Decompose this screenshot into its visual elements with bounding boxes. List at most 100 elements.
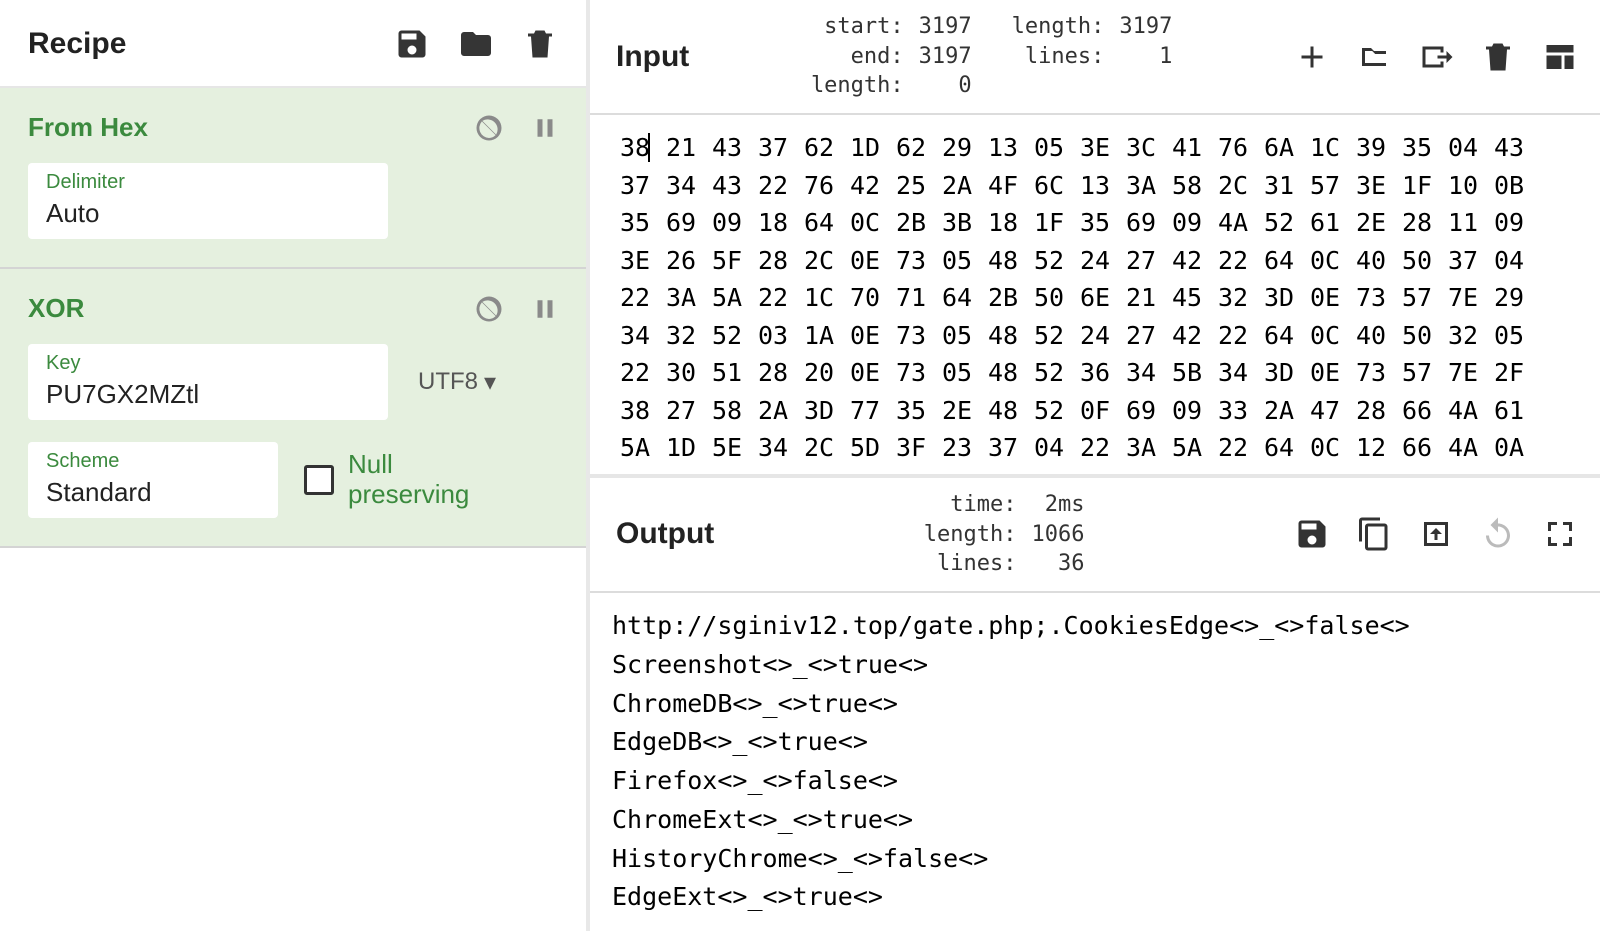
output-textarea[interactable]: http://sginiv12.top/gate.php;.CookiesEdg…	[590, 593, 1600, 931]
output-title: Output	[616, 517, 714, 551]
null-preserving-checkbox[interactable]	[304, 465, 334, 495]
pause-op-button[interactable]	[530, 113, 560, 143]
hex-byte: 26	[658, 242, 704, 280]
maximize-output-button[interactable]	[1542, 516, 1578, 552]
load-recipe-button[interactable]	[458, 26, 494, 62]
hex-byte: 28	[750, 242, 796, 280]
stat-label: start:	[822, 12, 912, 42]
key-encoding-dropdown[interactable]: UTF8 ▾	[418, 368, 496, 397]
hex-byte: 0C	[1302, 242, 1348, 280]
hex-byte: 2A	[750, 392, 796, 430]
add-input-tab-button[interactable]	[1294, 39, 1330, 75]
copy-output-button[interactable]	[1356, 516, 1392, 552]
output-actions	[1294, 516, 1578, 552]
hex-byte: 35	[1394, 129, 1440, 167]
hex-byte: 64	[796, 204, 842, 242]
hex-byte: 2B	[888, 204, 934, 242]
disable-op-button[interactable]	[474, 294, 504, 324]
hex-byte: 34	[750, 429, 796, 467]
hex-byte: 33	[1210, 392, 1256, 430]
hex-byte: 22	[612, 354, 658, 392]
hex-byte: 72	[1164, 467, 1210, 474]
hex-row: 343252031A0E7305485224274222640C40503205	[612, 317, 1578, 355]
save-output-button[interactable]	[1294, 516, 1330, 552]
hex-byte: 21	[1118, 279, 1164, 317]
hex-byte: 52	[1026, 392, 1072, 430]
hex-byte: 40	[888, 467, 934, 474]
null-preserving-checkbox-row[interactable]: Null preserving	[304, 450, 469, 510]
field-label: Scheme	[46, 450, 260, 473]
save-recipe-button[interactable]	[394, 26, 430, 62]
hex-byte: 50	[1026, 279, 1072, 317]
hex-byte: 42	[842, 167, 888, 205]
hex-byte: 66	[1394, 392, 1440, 430]
hex-byte: 2E	[934, 392, 980, 430]
hex-byte: 27	[658, 392, 704, 430]
hex-byte: 0E	[842, 242, 888, 280]
open-folder-button[interactable]	[1356, 39, 1392, 75]
hex-byte: 05	[1026, 129, 1072, 167]
clear-recipe-button[interactable]	[522, 26, 558, 62]
operation-xor[interactable]: XOR Key PU7GX2MZtl UTF8 ▾	[0, 269, 586, 548]
hex-byte: 11	[1440, 204, 1486, 242]
hex-byte: 29	[1486, 279, 1532, 317]
hex-row: 3E265F282C0E7305485224274222640C40503704	[612, 242, 1578, 280]
hex-byte: 69	[658, 204, 704, 242]
hex-byte: 5A	[704, 279, 750, 317]
hex-byte: 39	[1348, 129, 1394, 167]
hex-byte: 2C	[1256, 467, 1302, 474]
hex-byte: 47	[1302, 392, 1348, 430]
hex-byte: 35	[1072, 204, 1118, 242]
operation-from-hex[interactable]: From Hex Delimiter Auto	[0, 88, 586, 269]
hex-row: 3827582A3D77352E48520F6909332A4728664A61	[612, 392, 1578, 430]
hex-byte: 0F	[1072, 392, 1118, 430]
hex-byte: 52	[1026, 242, 1072, 280]
hex-byte: 0A	[1486, 429, 1532, 467]
input-textarea[interactable]: 38214337621D622913053E3C41766A1C39350443…	[590, 115, 1600, 474]
clear-input-button[interactable]	[1480, 39, 1516, 75]
hex-byte: 09	[1164, 392, 1210, 430]
hex-byte: 0E	[1302, 467, 1348, 474]
hex-byte: 0E	[1302, 279, 1348, 317]
hex-row: 5A1D5E342C5D3F233704223A5A22640C12664A0A	[612, 429, 1578, 467]
hex-byte: 3A	[1118, 429, 1164, 467]
hex-byte: 51	[704, 354, 750, 392]
key-field[interactable]: Key PU7GX2MZtl	[28, 344, 388, 420]
op-title: XOR	[28, 293, 84, 324]
hex-byte: 22	[1072, 429, 1118, 467]
hex-row: 373443227642252A4F6C133A582C31573E1F100B	[612, 167, 1578, 205]
hex-byte: 73	[1348, 354, 1394, 392]
hex-byte: 64	[1256, 242, 1302, 280]
hex-byte: 52	[1026, 354, 1072, 392]
reset-layout-button[interactable]	[1542, 39, 1578, 75]
hex-byte: 03	[750, 317, 796, 355]
delimiter-field[interactable]: Delimiter Auto	[28, 163, 388, 239]
input-header: Input start:3197 end:3197 length:0 lengt…	[590, 0, 1600, 115]
hex-byte: 36	[1072, 354, 1118, 392]
hex-byte: 1C	[796, 279, 842, 317]
stat-label: length:	[1012, 12, 1113, 42]
hex-byte: 34	[1118, 354, 1164, 392]
undo-button[interactable]	[1480, 516, 1516, 552]
stat-label: length:	[811, 71, 912, 101]
hex-byte: 30	[658, 354, 704, 392]
pause-op-button[interactable]	[530, 294, 560, 324]
disable-op-button[interactable]	[474, 113, 504, 143]
hex-byte: 50	[1394, 317, 1440, 355]
field-value: Auto	[46, 198, 370, 229]
hex-byte: 64	[1256, 429, 1302, 467]
hex-byte: 0C	[1302, 317, 1348, 355]
hex-byte: 2C	[1210, 167, 1256, 205]
open-file-button[interactable]	[1418, 39, 1454, 75]
hex-byte: 5E	[704, 429, 750, 467]
replace-input-button[interactable]	[1418, 516, 1454, 552]
hex-byte: 32	[1210, 279, 1256, 317]
hex-byte: 2C	[796, 242, 842, 280]
hex-byte: 22	[1210, 242, 1256, 280]
scheme-field[interactable]: Scheme Standard	[28, 442, 278, 518]
hex-row: 31394422640C405031083730723F2C0E73054852	[612, 467, 1578, 474]
hex-byte: 1A	[796, 317, 842, 355]
stat-value: 3197	[1112, 12, 1172, 42]
hex-byte: 38	[612, 392, 658, 430]
hex-byte: 05	[1486, 317, 1532, 355]
